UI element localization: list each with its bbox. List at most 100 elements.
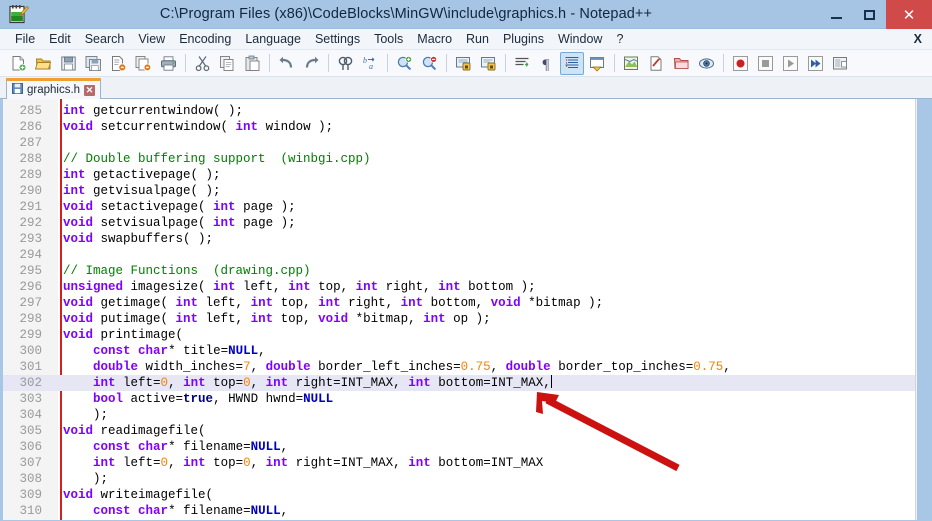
- line-number: 291: [19, 200, 42, 214]
- code-line[interactable]: 305 void readimagefile(: [3, 423, 915, 439]
- word-wrap-icon[interactable]: [510, 52, 534, 75]
- line-number: 289: [19, 168, 42, 182]
- code-line[interactable]: 285 int getcurrentwindow( );: [3, 103, 915, 119]
- editor-area: 285 int getcurrentwindow( ); 286 void setcu…: [0, 99, 932, 520]
- code-line[interactable]: 294: [3, 247, 915, 263]
- macro-run-multiple-icon[interactable]: [803, 52, 827, 75]
- user-defined-dialog-icon[interactable]: [585, 52, 609, 75]
- toolbar-separator: [269, 54, 270, 72]
- code-line[interactable]: 287: [3, 135, 915, 151]
- function-list-icon[interactable]: [644, 52, 668, 75]
- new-file-icon[interactable]: [6, 52, 30, 75]
- close-document-button[interactable]: X: [914, 32, 922, 46]
- menu-tools[interactable]: Tools: [367, 29, 410, 50]
- macro-save-icon[interactable]: [828, 52, 852, 75]
- sync-vertical-scroll-icon[interactable]: [451, 52, 475, 75]
- code-line[interactable]: 297 void getimage( int left, int top, int…: [3, 295, 915, 311]
- replace-icon[interactable]: b a: [358, 52, 382, 75]
- menu-search[interactable]: Search: [78, 29, 132, 50]
- menu-edit[interactable]: Edit: [42, 29, 78, 50]
- close-file-icon[interactable]: [106, 52, 130, 75]
- zoom-in-icon[interactable]: [392, 52, 416, 75]
- document-map-icon[interactable]: [619, 52, 643, 75]
- svg-text:a: a: [369, 62, 373, 71]
- code-line[interactable]: 309 void writeimagefile(: [3, 487, 915, 503]
- line-text: const char* filename=NULL,: [93, 440, 289, 454]
- redo-icon[interactable]: [299, 52, 323, 75]
- close-button[interactable]: ✕: [886, 0, 932, 29]
- code-line[interactable]: 303 bool active=true, HWND hwnd=NULL: [3, 391, 915, 407]
- text-cursor: [550, 375, 552, 388]
- window-title: C:\Program Files (x86)\CodeBlocks\MinGW\…: [159, 6, 653, 22]
- menu-macro[interactable]: Macro: [410, 29, 459, 50]
- code-line[interactable]: 296 unsigned imagesize( int left, int top…: [3, 279, 915, 295]
- line-number: 295: [19, 264, 42, 278]
- toolbar-separator: [723, 54, 724, 72]
- menu-view[interactable]: View: [131, 29, 172, 50]
- minimize-icon: [831, 16, 842, 19]
- undo-icon[interactable]: [274, 52, 298, 75]
- macro-stop-icon[interactable]: [753, 52, 777, 75]
- menu-encoding[interactable]: Encoding: [172, 29, 238, 50]
- code-line[interactable]: 289 int getactivepage( );: [3, 167, 915, 183]
- code-line[interactable]: 302 int left=0, int top=0, int right=INT…: [3, 375, 915, 391]
- line-number: 287: [19, 136, 42, 150]
- tab-close-icon[interactable]: ✕: [84, 84, 96, 96]
- svg-text:b: b: [363, 56, 367, 65]
- menu-settings[interactable]: Settings: [308, 29, 367, 50]
- find-icon[interactable]: [333, 52, 357, 75]
- paste-icon[interactable]: [240, 52, 264, 75]
- cut-icon[interactable]: [190, 52, 214, 75]
- folder-as-workspace-icon[interactable]: [669, 52, 693, 75]
- code-line[interactable]: 292 void setvisualpage( int page );: [3, 215, 915, 231]
- menu-plugins[interactable]: Plugins: [496, 29, 551, 50]
- line-number: 303: [19, 392, 42, 406]
- code-line[interactable]: 288 // Double buffering support (winbgi.c…: [3, 151, 915, 167]
- code-line[interactable]: 295 // Image Functions (drawing.cpp): [3, 263, 915, 279]
- macro-record-icon[interactable]: [728, 52, 752, 75]
- code-line[interactable]: 290 int getvisualpage( );: [3, 183, 915, 199]
- menu-window[interactable]: Window: [551, 29, 609, 50]
- window-controls: ✕: [820, 0, 932, 29]
- show-all-characters-icon[interactable]: ¶: [535, 52, 559, 75]
- copy-icon[interactable]: [215, 52, 239, 75]
- line-number: 307: [19, 456, 42, 470]
- indent-guide-icon[interactable]: [560, 51, 584, 75]
- minimize-button[interactable]: [820, 0, 853, 29]
- print-icon[interactable]: [156, 52, 180, 75]
- tab-graphics-h[interactable]: graphics.h ✕: [6, 78, 102, 99]
- line-number: 293: [19, 232, 42, 246]
- menu-file[interactable]: File: [8, 29, 42, 50]
- code-line[interactable]: 298 void putimage( int left, int top, voi…: [3, 311, 915, 327]
- code-line[interactable]: 301 double width_inches=7, double border…: [3, 359, 915, 375]
- code-line[interactable]: 304 );: [3, 407, 915, 423]
- window-right-edge: [917, 99, 932, 520]
- menu-language[interactable]: Language: [238, 29, 308, 50]
- line-text: );: [63, 472, 109, 486]
- code-line[interactable]: 299 void printimage(: [3, 327, 915, 343]
- save-all-icon[interactable]: [81, 52, 105, 75]
- zoom-out-icon[interactable]: [417, 52, 441, 75]
- macro-play-icon[interactable]: [778, 52, 802, 75]
- code-view[interactable]: 285 int getcurrentwindow( ); 286 void setcu…: [3, 99, 915, 520]
- code-line[interactable]: 308 );: [3, 471, 915, 487]
- line-text: int getvisualpage( );: [63, 184, 221, 198]
- monitoring-icon[interactable]: [694, 52, 718, 75]
- line-text: int getcurrentwindow( );: [63, 104, 244, 118]
- close-all-files-icon[interactable]: [131, 52, 155, 75]
- tab-label: graphics.h: [27, 84, 81, 96]
- maximize-button[interactable]: [853, 0, 886, 29]
- sync-horizontal-scroll-icon[interactable]: [476, 52, 500, 75]
- open-file-icon[interactable]: [31, 52, 55, 75]
- code-line[interactable]: 286 void setcurrentwindow( int window );: [3, 119, 915, 135]
- code-line[interactable]: 293 void swapbuffers( );: [3, 231, 915, 247]
- code-line[interactable]: 306 const char* filename=NULL,: [3, 439, 915, 455]
- code-line[interactable]: 310 const char* filename=NULL,: [3, 503, 915, 519]
- code-line[interactable]: 291 void setactivepage( int page );: [3, 199, 915, 215]
- menu-run[interactable]: Run: [459, 29, 496, 50]
- menu-help[interactable]: ?: [609, 29, 630, 50]
- save-icon[interactable]: [56, 52, 80, 75]
- code-line[interactable]: 307 int left=0, int top=0, int right=INT…: [3, 455, 915, 471]
- code-line[interactable]: 300 const char* title=NULL,: [3, 343, 915, 359]
- line-number: 296: [19, 280, 42, 294]
